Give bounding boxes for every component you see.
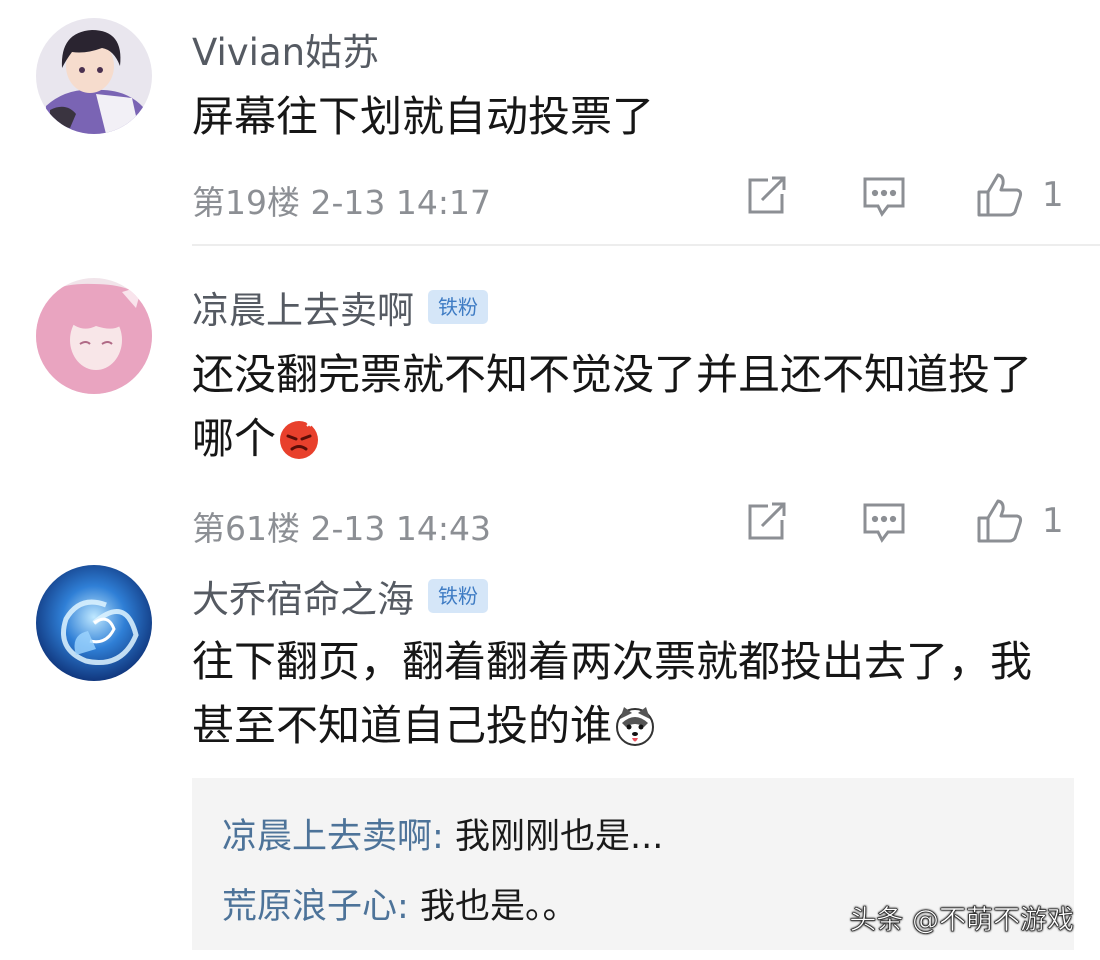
like-button[interactable]: 1 [976, 498, 1064, 544]
username-text[interactable]: 大乔宿命之海 [192, 569, 414, 623]
reply-separator: : [397, 887, 420, 927]
divider [192, 244, 1100, 246]
comment-content: 往下翻页，翻着翻着两次票就都投出去了，我甚至不知道自己投的谁 [192, 630, 1052, 758]
comment-meta: 第19楼 2-13 14:17 [192, 176, 491, 224]
floor-number: 第19楼 [192, 183, 300, 222]
like-button[interactable]: 1 [976, 172, 1064, 218]
reply-separator: : [432, 817, 455, 857]
reply-item[interactable]: 凉晨上去卖啊: 我刚刚也是... [222, 808, 663, 859]
share-arrow-icon [748, 176, 786, 214]
reply-item[interactable]: 荒原浪子心: 我也是。。 [222, 878, 577, 929]
husky-dog-emoji-icon [616, 707, 655, 746]
comment-content: 屏幕往下划就自动投票了 [192, 92, 655, 141]
comment-item: 凉晨上去卖啊 铁粉 还没翻完票就不知不觉没了并且还不知道投了哪个 第61楼 2-… [0, 250, 1100, 550]
username-text[interactable]: Vivian姑苏 [192, 22, 379, 76]
fan-badge: 铁粉 [428, 579, 488, 613]
avatar[interactable] [36, 18, 152, 134]
comment-username[interactable]: 凉晨上去卖啊 铁粉 [192, 280, 488, 334]
reply-button[interactable] [862, 502, 906, 544]
reply-text: 我刚刚也是... [454, 817, 664, 857]
comment-datetime: 2-13 14:43 [310, 509, 492, 548]
comment-bubble-icon [863, 177, 905, 217]
share-arrow-icon [748, 502, 786, 540]
username-text[interactable]: 凉晨上去卖啊 [192, 280, 414, 334]
floor-number: 第61楼 [192, 509, 300, 548]
comment-content: 还没翻完票就不知不觉没了并且还不知道投了哪个 [192, 343, 1072, 471]
avatar[interactable] [36, 565, 152, 681]
comment-bubble-icon [863, 503, 905, 543]
comment-username[interactable]: 大乔宿命之海 铁粉 [192, 569, 488, 623]
comment-username[interactable]: Vivian姑苏 [192, 22, 379, 76]
angry-face-emoji-icon [280, 421, 319, 459]
reply-text: 我也是。。 [419, 887, 578, 927]
comment-item: Vivian姑苏 屏幕往下划就自动投票了 第19楼 2-13 14:17 1 [0, 0, 1100, 250]
avatar[interactable] [36, 278, 152, 394]
comment-meta: 第61楼 2-13 14:43 [192, 502, 491, 550]
thumbs-up-icon [977, 173, 1023, 217]
comment-text: 往下翻页，翻着翻着两次票就都投出去了，我甚至不知道自己投的谁 [192, 637, 1033, 750]
like-count: 1 [1042, 175, 1064, 215]
anime-girl-pink-avatar-icon [36, 278, 152, 394]
watermark: 头条 @不萌不游戏 [849, 905, 1074, 937]
share-button[interactable] [746, 502, 788, 542]
reply-username[interactable]: 荒原浪子心 [222, 887, 397, 927]
fan-badge: 铁粉 [428, 290, 488, 324]
thumbs-up-icon [977, 499, 1023, 543]
share-button[interactable] [746, 176, 788, 216]
blue-swirl-avatar-icon [36, 565, 152, 681]
reply-username[interactable]: 凉晨上去卖啊 [222, 817, 432, 857]
like-count: 1 [1042, 501, 1064, 541]
comment-datetime: 2-13 14:17 [310, 183, 492, 222]
reply-button[interactable] [862, 176, 906, 218]
anime-boy-avatar-icon [36, 18, 152, 134]
